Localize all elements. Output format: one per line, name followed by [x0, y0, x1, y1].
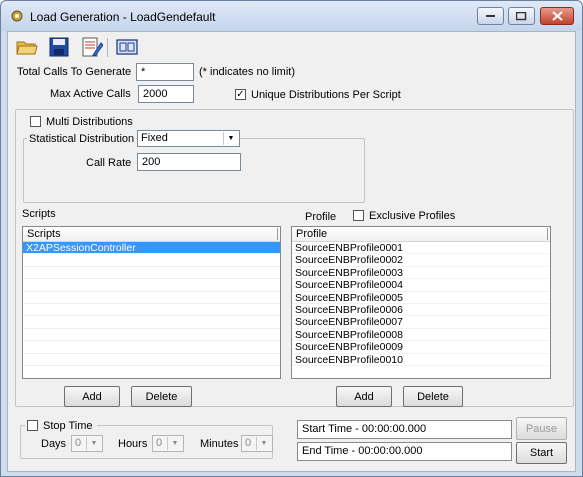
profiles-add-button[interactable]: Add	[336, 386, 392, 407]
maximize-button[interactable]	[508, 7, 535, 25]
stat-dist-value: Fixed	[141, 132, 168, 144]
minimize-icon	[485, 15, 495, 17]
chevron-down-icon: ▼	[167, 437, 182, 450]
edit-icon[interactable]	[81, 37, 103, 57]
days-select[interactable]: 0 ▼	[71, 435, 103, 452]
multi-dist-checkbox[interactable]	[30, 116, 41, 127]
profile-row[interactable]: SourceENBProfile0007	[292, 316, 550, 329]
close-button[interactable]	[540, 7, 574, 25]
toolbar-separator	[107, 38, 108, 57]
save-icon[interactable]	[48, 37, 70, 57]
pause-button[interactable]: Pause	[516, 417, 567, 440]
profiles-delete-button[interactable]: Delete	[403, 386, 463, 407]
title-bar[interactable]: Load Generation - LoadGendefault	[1, 1, 582, 31]
profile-row[interactable]: SourceENBProfile0008	[292, 329, 550, 342]
profile-row[interactable]: SourceENBProfile0003	[292, 267, 550, 280]
profile-row[interactable]: SourceENBProfile0006	[292, 304, 550, 317]
scripts-list[interactable]: Scripts X2APSessionController	[22, 226, 281, 379]
days-value: 0	[75, 437, 82, 449]
profile-column-header-label: Profile	[296, 228, 328, 240]
chevron-down-icon: ▼	[86, 437, 101, 450]
end-time-display: End Time - 00:00:00.000	[297, 442, 512, 461]
unique-dist-checkbox[interactable]: ✓	[235, 89, 246, 100]
profiles-list[interactable]: Profile SourceENBProfile0001 SourceENBPr…	[291, 226, 551, 379]
window-title: Load Generation - LoadGendefault	[30, 10, 216, 24]
scripts-column-header-label: Scripts	[27, 228, 61, 240]
stat-dist-label: Statistical Distribution	[27, 133, 137, 145]
profile-row[interactable]: SourceENBProfile0002	[292, 254, 550, 267]
unique-dist-label: Unique Distributions Per Script	[251, 89, 401, 101]
hours-value: 0	[156, 437, 163, 449]
stop-time-label: Stop Time	[43, 420, 93, 432]
exclusive-profiles-checkbox[interactable]	[353, 210, 364, 221]
scripts-section-label: Scripts	[22, 208, 56, 220]
start-button[interactable]: Start	[516, 442, 567, 464]
script-row[interactable]: X2APSessionController	[23, 242, 280, 255]
close-icon	[551, 11, 563, 21]
minutes-value: 0	[245, 437, 252, 449]
minutes-select[interactable]: 0 ▼	[241, 435, 273, 452]
column-divider	[277, 228, 278, 240]
profile-section-label: Profile	[305, 211, 337, 223]
profile-row[interactable]: SourceENBProfile0001	[292, 242, 550, 255]
exclusive-profiles-label: Exclusive Profiles	[369, 210, 456, 222]
multi-dist-label: Multi Distributions	[46, 116, 133, 128]
days-label: Days	[41, 438, 67, 450]
call-rate-label: Call Rate	[86, 157, 132, 169]
scripts-delete-button[interactable]: Delete	[131, 386, 192, 407]
call-rate-input[interactable]: 200	[137, 153, 241, 171]
gear-icon	[11, 10, 23, 22]
stop-time-checkbox[interactable]	[27, 420, 38, 431]
hours-select[interactable]: 0 ▼	[152, 435, 184, 452]
chevron-down-icon: ▼	[256, 437, 271, 450]
minutes-label: Minutes	[200, 438, 239, 450]
film-icon[interactable]	[116, 37, 138, 57]
profile-row[interactable]: SourceENBProfile0009	[292, 341, 550, 354]
max-active-input[interactable]: 2000	[138, 85, 194, 103]
stat-dist-select[interactable]: Fixed ▼	[137, 130, 240, 147]
open-folder-icon[interactable]	[16, 37, 38, 57]
profile-row[interactable]: SourceENBProfile0005	[292, 292, 550, 304]
hours-label: Hours	[118, 438, 148, 450]
column-divider	[547, 228, 548, 240]
total-calls-hint: (* indicates no limit)	[199, 66, 295, 78]
start-time-display: Start Time - 00:00:00.000	[297, 420, 512, 439]
total-calls-input[interactable]: *	[136, 63, 194, 81]
maximize-icon	[516, 11, 527, 20]
profile-column-header[interactable]: Profile	[292, 227, 550, 242]
profile-row[interactable]: SourceENBProfile0004	[292, 279, 550, 292]
chevron-down-icon: ▼	[223, 132, 238, 145]
total-calls-label: Total Calls To Generate	[17, 66, 132, 78]
max-active-label: Max Active Calls	[50, 88, 131, 100]
profile-row[interactable]: SourceENBProfile0010	[292, 354, 550, 366]
minimize-button[interactable]	[477, 7, 504, 25]
scripts-column-header[interactable]: Scripts	[23, 227, 280, 242]
load-generation-window: Load Generation - LoadGendefault Total C…	[0, 0, 583, 477]
scripts-add-button[interactable]: Add	[64, 386, 120, 407]
